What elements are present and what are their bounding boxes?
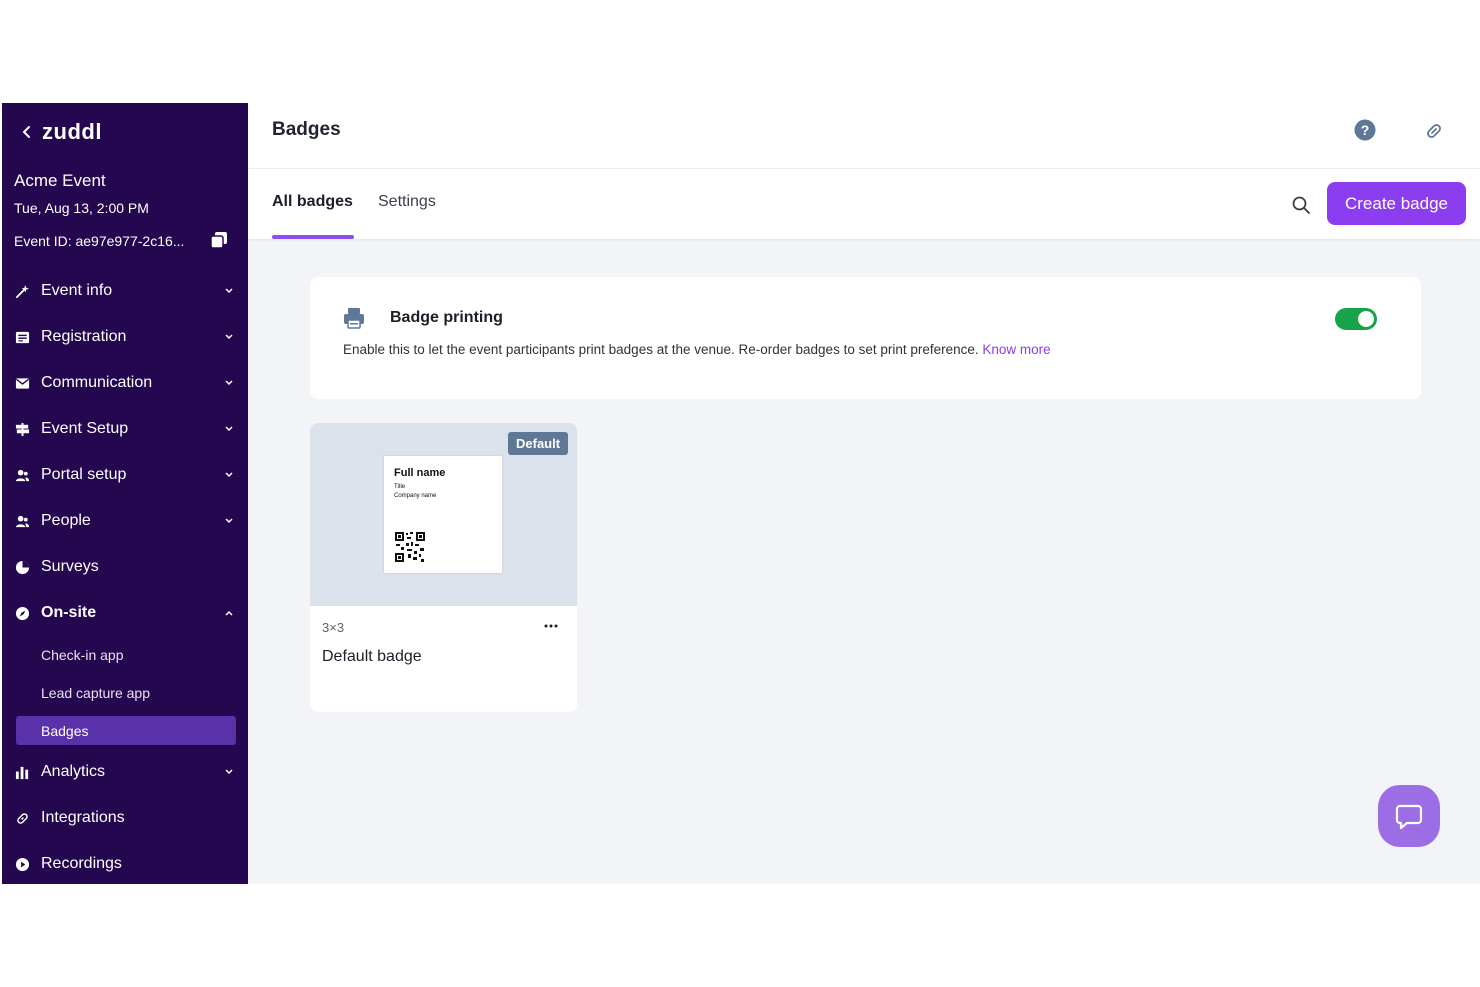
event-id: Event ID: ae97e977-2c16...	[14, 231, 228, 249]
sidebar-item-recordings[interactable]: Recordings	[2, 841, 248, 887]
chevron-down-icon	[225, 426, 233, 432]
chevron-down-icon	[225, 769, 233, 775]
pie-chart-icon	[14, 559, 30, 575]
sidebar-item-label: Analytics	[41, 763, 106, 780]
know-more-link[interactable]: Know more	[982, 342, 1050, 357]
tab-bar: All badges Settings Create badge	[248, 169, 1480, 239]
link-icon[interactable]	[1424, 121, 1444, 141]
badge-printing-toggle[interactable]	[1335, 308, 1377, 330]
sidebar-item-label: Registration	[41, 328, 127, 345]
default-tag: Default	[508, 432, 569, 455]
chevron-down-icon	[225, 334, 233, 340]
event-date: Tue, Aug 13, 2:00 PM	[14, 200, 149, 216]
sidebar-item-on-site[interactable]: On-site	[2, 590, 248, 636]
sidebar-item-label: Surveys	[41, 558, 99, 575]
badge-printing-title: Badge printing	[390, 309, 503, 326]
magic-wand-icon	[14, 283, 30, 299]
sidebar-item-people[interactable]: People	[2, 498, 248, 544]
badge-printing-description-text: Enable this to let the event participant…	[343, 342, 979, 357]
sidebar-subitem-check-in-app[interactable]: Check-in app	[16, 636, 236, 674]
form-icon	[14, 329, 30, 345]
chevron-down-icon	[225, 288, 233, 294]
sidebar-nav: Event info Registration Communication Ev…	[2, 268, 248, 887]
chevron-down-icon	[225, 380, 233, 386]
main-content: Badges ? All badges Settings Create badg…	[248, 103, 1480, 884]
event-id-text: Event ID: ae97e977-2c16...	[14, 233, 185, 249]
compass-icon	[14, 605, 30, 621]
sidebar-item-label: Event info	[41, 282, 113, 299]
sidebar-item-surveys[interactable]: Surveys	[2, 544, 248, 590]
sidebar-item-label: Portal setup	[41, 466, 127, 483]
zuddl-logo: zuddl	[42, 119, 102, 144]
search-icon[interactable]	[1291, 195, 1311, 215]
sidebar-item-label: Communication	[41, 374, 153, 391]
sidebar-item-event-info[interactable]: Event info	[2, 268, 248, 314]
badge-preview-title: Title	[394, 484, 406, 490]
chevron-up-icon	[225, 610, 233, 616]
sidebar-item-label: Recordings	[41, 855, 122, 872]
sidebar-item-label: On-site	[41, 604, 97, 621]
mail-icon	[14, 375, 30, 391]
page-title: Badges	[272, 119, 341, 140]
sidebar-item-label: Integrations	[41, 809, 125, 826]
sidebar-subitem-badges[interactable]: Badges	[16, 716, 236, 745]
sidebar-item-communication[interactable]: Communication	[2, 360, 248, 406]
toggle-knob	[1358, 311, 1374, 327]
active-tab-indicator	[272, 235, 354, 239]
app-window: zuddl Acme Event Tue, Aug 13, 2:00 PM Ev…	[2, 103, 1480, 884]
bar-chart-icon	[14, 764, 30, 780]
chat-bubble-icon	[1395, 804, 1423, 830]
sidebar-item-label: Event Setup	[41, 420, 129, 437]
badge-thumbnail: Full name Title Company name	[384, 456, 502, 573]
badge-size: 3×3	[322, 620, 345, 635]
chevron-left-icon[interactable]	[20, 125, 34, 139]
svg-text:?: ?	[1361, 122, 1370, 138]
badge-preview-name: Full name	[394, 467, 446, 479]
play-circle-icon	[14, 856, 30, 872]
badge-printing-description: Enable this to let the event participant…	[343, 342, 1051, 357]
badge-printing-card: Badge printing Enable this to let the ev…	[310, 277, 1421, 399]
chevron-down-icon	[225, 472, 233, 478]
badge-name: Default badge	[322, 648, 422, 665]
signpost-icon	[14, 421, 30, 437]
sidebar-subitem-lead-capture-app[interactable]: Lead capture app	[16, 674, 236, 712]
sidebar-item-portal-setup[interactable]: Portal setup	[2, 452, 248, 498]
link-icon	[14, 810, 30, 826]
chat-support-button[interactable]	[1378, 785, 1440, 847]
users-icon	[14, 467, 30, 483]
badge-card[interactable]: Default Full name Title Company name 3×3…	[310, 423, 577, 712]
sidebar-item-integrations[interactable]: Integrations	[2, 795, 248, 841]
printer-icon	[344, 308, 364, 329]
event-name: Acme Event	[14, 171, 106, 190]
qr-code-icon	[394, 531, 426, 563]
sidebar-item-label: People	[41, 512, 91, 529]
badge-preview-company: Company name	[394, 493, 437, 499]
sidebar-item-event-setup[interactable]: Event Setup	[2, 406, 248, 452]
chevron-down-icon	[225, 518, 233, 524]
users-icon	[14, 513, 30, 529]
help-icon[interactable]: ?	[1354, 119, 1376, 141]
tab-all-badges[interactable]: All badges	[272, 193, 353, 211]
more-horizontal-icon[interactable]	[543, 619, 559, 633]
brand[interactable]: zuddl	[20, 117, 102, 147]
sidebar: zuddl Acme Event Tue, Aug 13, 2:00 PM Ev…	[2, 103, 248, 884]
create-badge-button[interactable]: Create badge	[1327, 182, 1466, 225]
sidebar-item-analytics[interactable]: Analytics	[2, 749, 248, 795]
sidebar-item-registration[interactable]: Registration	[2, 314, 248, 360]
top-bar: Badges ?	[248, 103, 1480, 169]
tab-settings[interactable]: Settings	[378, 193, 436, 211]
copy-icon[interactable]	[210, 231, 228, 249]
badge-preview[interactable]: Default Full name Title Company name	[310, 423, 577, 606]
